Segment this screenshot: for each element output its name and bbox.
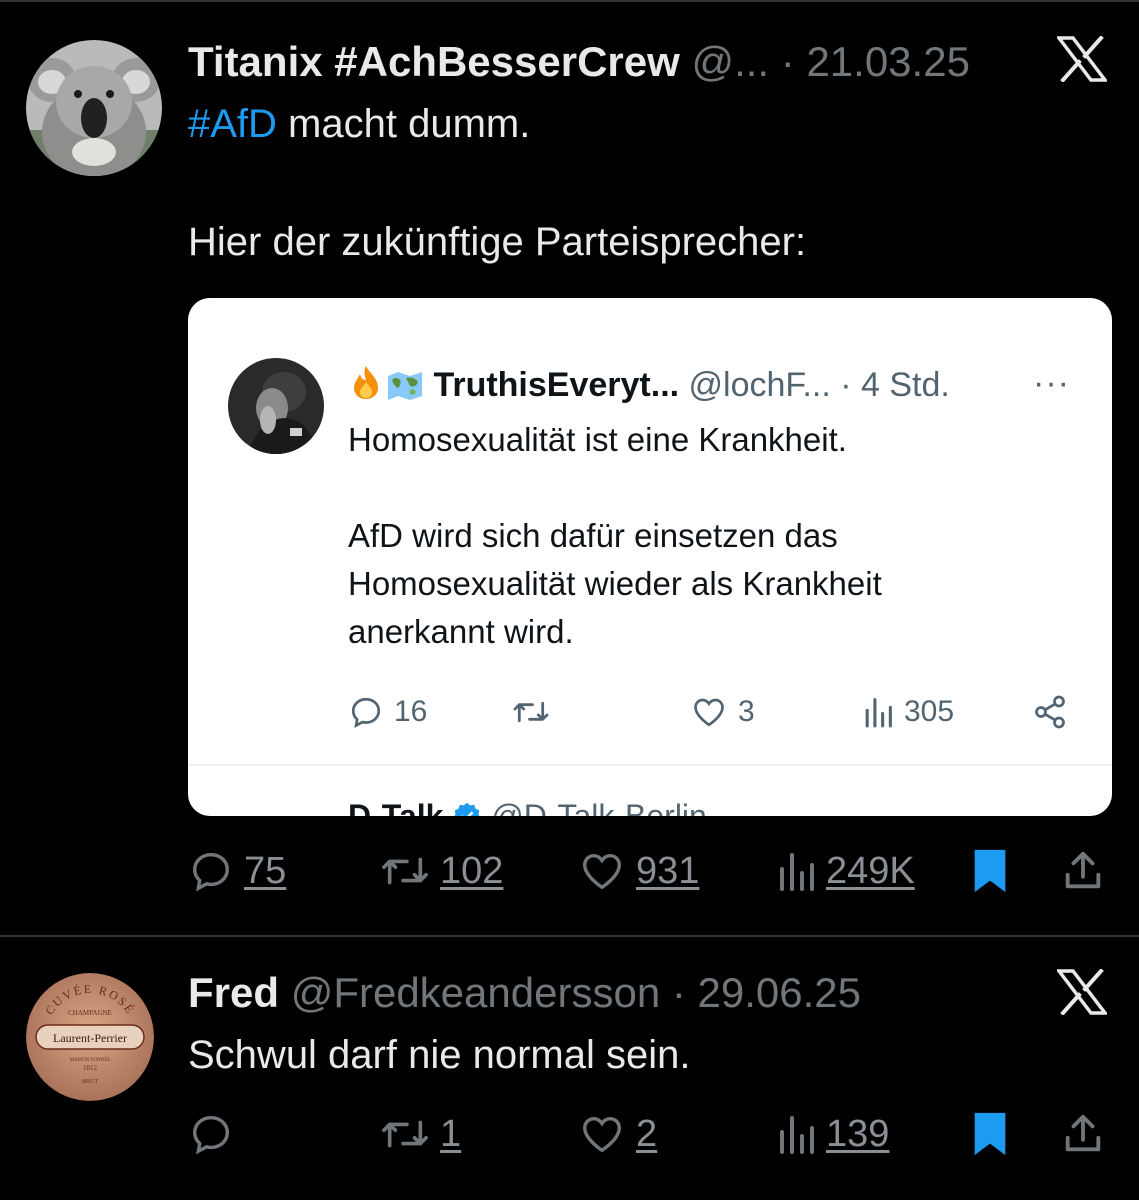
bookmark-icon [974,849,1006,893]
quoted-like-button[interactable]: 3 [690,690,755,734]
tweet-text-line2: Hier der zukünftige Parteisprecher: [188,220,807,264]
reply-count[interactable]: 75 [244,850,286,893]
views-count[interactable]: 249K [826,850,915,893]
more-options-icon[interactable]: ··· [1033,364,1070,403]
quoted-text-line: anerkannt wird. [348,613,574,650]
share-button[interactable] [1060,846,1106,896]
quoted-reply-button[interactable]: 16 [348,690,427,734]
reply-button[interactable] [188,1109,244,1159]
views-icon [865,698,892,728]
verified-badge-icon [452,801,482,816]
tweet[interactable]: CUVÉE ROSÉ CHAMPAGNE Laurent-Perrier MAI… [0,937,1139,1200]
quoted-avatar[interactable] [228,358,324,454]
views-button[interactable]: 249K [776,846,915,896]
fire-emoji-icon [348,364,384,409]
next-reply-row[interactable]: D-Talk @D-Talk-Berlin [348,798,707,816]
like-button[interactable]: 2 [578,1109,657,1159]
avatar-label-bottom: BRUT [82,1079,98,1085]
quoted-handle[interactable]: @lochF... [689,366,831,404]
next-reply-name: D-Talk [348,798,444,816]
quoted-text-line: Homosexualität wieder als Krankheit [348,565,882,602]
next-reply-handle: @D-Talk-Berlin [491,798,707,816]
views-button[interactable]: 139 [776,1109,889,1159]
handle[interactable]: @Fredkeandersson [291,969,661,1016]
reply-icon [351,697,381,728]
share-icon [1065,1114,1101,1152]
views-icon [780,853,814,891]
quoted-share-button[interactable] [1032,690,1068,734]
heart-icon [694,698,724,727]
reply-icon [192,852,230,892]
quoted-views-button[interactable]: 305 [862,690,954,734]
avatar-label-mid2: MAISON FONDÉE [70,1057,111,1063]
quoted-text: Homosexualität ist eine Krankheit. AfD w… [348,416,882,656]
world-map-emoji-icon [386,369,424,409]
x-logo-icon [1055,35,1109,87]
tweet[interactable]: Titanix #AchBesserCrew @... · 21.03.25 #… [0,0,1139,935]
quoted-text-line: Homosexualität ist eine Krankheit. [348,421,847,458]
retweet-button[interactable]: 102 [380,846,503,896]
handle[interactable]: @... [691,38,769,85]
heart-icon [583,853,621,890]
like-count[interactable]: 931 [636,850,699,893]
champagne-label-avatar-image: CUVÉE ROSÉ CHAMPAGNE Laurent-Perrier MAI… [26,973,154,1101]
bookmark-button[interactable] [970,846,1010,896]
views-icon [780,1116,814,1154]
quoted-reply-count: 16 [394,695,428,728]
tweet-text: Schwul darf nie normal sein. [188,1033,691,1077]
quoted-text-line: AfD wird sich dafür einsetzen das [348,517,838,554]
hashtag-link[interactable]: #AfD [188,102,277,146]
bookmark-button[interactable] [970,1109,1010,1159]
retweet-count[interactable]: 102 [440,850,503,893]
separator: · [769,38,807,85]
quoted-tweet-card[interactable]: TruthisEveryt... @lochF... · 4 Std. ··· … [188,298,1112,816]
views-count[interactable]: 139 [826,1113,889,1156]
quoted-avatar-image [228,358,324,454]
tweet-actions: 1 2 139 [188,1109,1108,1159]
retweet-icon [513,701,549,723]
tweet-header: Fred @Fredkeandersson · 29.06.25 [188,969,861,1017]
heart-icon [583,1116,621,1153]
share-icon [1065,851,1101,889]
retweet-icon [382,1120,428,1148]
quoted-views-count: 305 [904,695,955,728]
avatar[interactable]: CUVÉE ROSÉ CHAMPAGNE Laurent-Perrier MAI… [26,973,154,1101]
retweet-icon [382,857,428,885]
tweet-header: Titanix #AchBesserCrew @... · 21.03.25 [188,38,970,86]
timestamp[interactable]: 29.06.25 [698,969,862,1016]
separator: · [660,969,698,1016]
like-button[interactable]: 931 [578,846,699,896]
reply-button[interactable]: 75 [188,846,286,896]
x-logo-icon [1055,968,1109,1020]
share-icon [1035,695,1065,729]
timestamp[interactable]: 21.03.25 [806,38,970,85]
reply-icon [192,1115,230,1155]
quoted-like-count: 3 [738,695,755,728]
avatar-label-brand: Laurent-Perrier [53,1031,127,1045]
quoted-separator [188,764,1112,766]
quoted-retweet-button[interactable] [512,690,560,734]
quoted-text-line [348,464,882,512]
quoted-time[interactable]: · 4 Std. [831,366,950,404]
tweet-actions: 75 102 931 249K [188,846,1108,896]
retweet-count[interactable]: 1 [440,1113,461,1156]
retweet-button[interactable]: 1 [380,1109,461,1159]
quoted-actions: 16 3 305 [348,690,1068,734]
quoted-display-name[interactable]: TruthisEveryt... [433,366,679,404]
display-name[interactable]: Titanix #AchBesserCrew [188,38,680,85]
share-button[interactable] [1060,1109,1106,1159]
koala-avatar-image [26,40,162,176]
bookmark-icon [974,1112,1006,1156]
avatar-label-mid1: CHAMPAGNE [68,1009,112,1017]
avatar[interactable] [26,40,162,176]
tweet-text: #AfD macht dumm. [188,96,530,152]
like-count[interactable]: 2 [636,1113,657,1156]
tweet-text-line1: macht dumm. [276,102,531,146]
quoted-header: TruthisEveryt... @lochF... · 4 Std. [348,364,950,409]
display-name[interactable]: Fred [188,969,279,1016]
avatar-label-year: 1812 [83,1064,98,1072]
